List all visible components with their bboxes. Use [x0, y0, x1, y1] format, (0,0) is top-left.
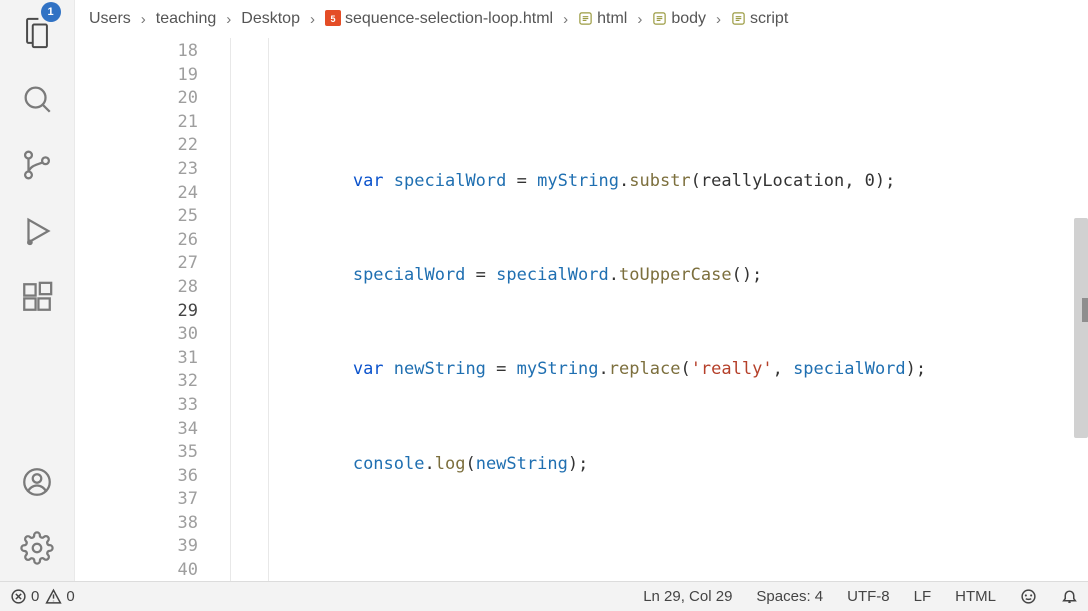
overview-ruler-icon[interactable]: [1082, 298, 1088, 322]
status-warnings[interactable]: 0: [45, 588, 74, 605]
code-area[interactable]: var specialWord = myString.substr(really…: [230, 38, 1088, 581]
extensions-icon[interactable]: [0, 264, 75, 330]
breadcrumb-symbol[interactable]: html: [578, 10, 627, 28]
status-cursor-position[interactable]: Ln 29, Col 29: [643, 588, 732, 605]
breadcrumb-item[interactable]: teaching: [156, 10, 217, 28]
feedback-icon[interactable]: [1020, 588, 1037, 605]
breadcrumb-symbol[interactable]: body: [652, 10, 706, 28]
chevron-icon: ›: [304, 11, 321, 28]
search-icon[interactable]: [0, 66, 75, 132]
code-editor[interactable]: 18192021 22232425 26272829 30313233 3435…: [75, 38, 1088, 581]
activity-bar: 1: [0, 0, 75, 581]
breadcrumb-item[interactable]: Users: [89, 10, 131, 28]
status-encoding[interactable]: UTF-8: [847, 588, 890, 605]
status-errors[interactable]: 0: [10, 588, 39, 605]
breadcrumb-item[interactable]: Desktop: [241, 10, 300, 28]
vertical-scrollbar[interactable]: [1074, 218, 1088, 438]
editor-main: Users› teaching› Desktop› 5sequence-sele…: [75, 0, 1088, 581]
account-icon[interactable]: [0, 449, 75, 515]
chevron-icon: ›: [631, 11, 648, 28]
status-indentation[interactable]: Spaces: 4: [756, 588, 823, 605]
status-language[interactable]: HTML: [955, 588, 996, 605]
chevron-icon: ›: [710, 11, 727, 28]
run-debug-icon[interactable]: [0, 198, 75, 264]
line-gutter: 18192021 22232425 26272829 30313233 3435…: [75, 38, 230, 581]
settings-icon[interactable]: [0, 515, 75, 581]
svg-text:5: 5: [330, 14, 335, 24]
source-control-icon[interactable]: [0, 132, 75, 198]
notifications-icon[interactable]: [1061, 588, 1078, 605]
chevron-icon: ›: [220, 11, 237, 28]
explorer-badge: 1: [41, 2, 61, 22]
chevron-icon: ›: [557, 11, 574, 28]
breadcrumbs[interactable]: Users› teaching› Desktop› 5sequence-sele…: [75, 0, 1088, 38]
breadcrumb-symbol[interactable]: script: [731, 10, 788, 28]
chevron-icon: ›: [135, 11, 152, 28]
breadcrumb-file[interactable]: 5sequence-selection-loop.html: [325, 10, 553, 28]
status-eol[interactable]: LF: [914, 588, 932, 605]
explorer-icon[interactable]: 1: [0, 0, 75, 66]
status-bar: 0 0 Ln 29, Col 29 Spaces: 4 UTF-8 LF HTM…: [0, 581, 1088, 611]
